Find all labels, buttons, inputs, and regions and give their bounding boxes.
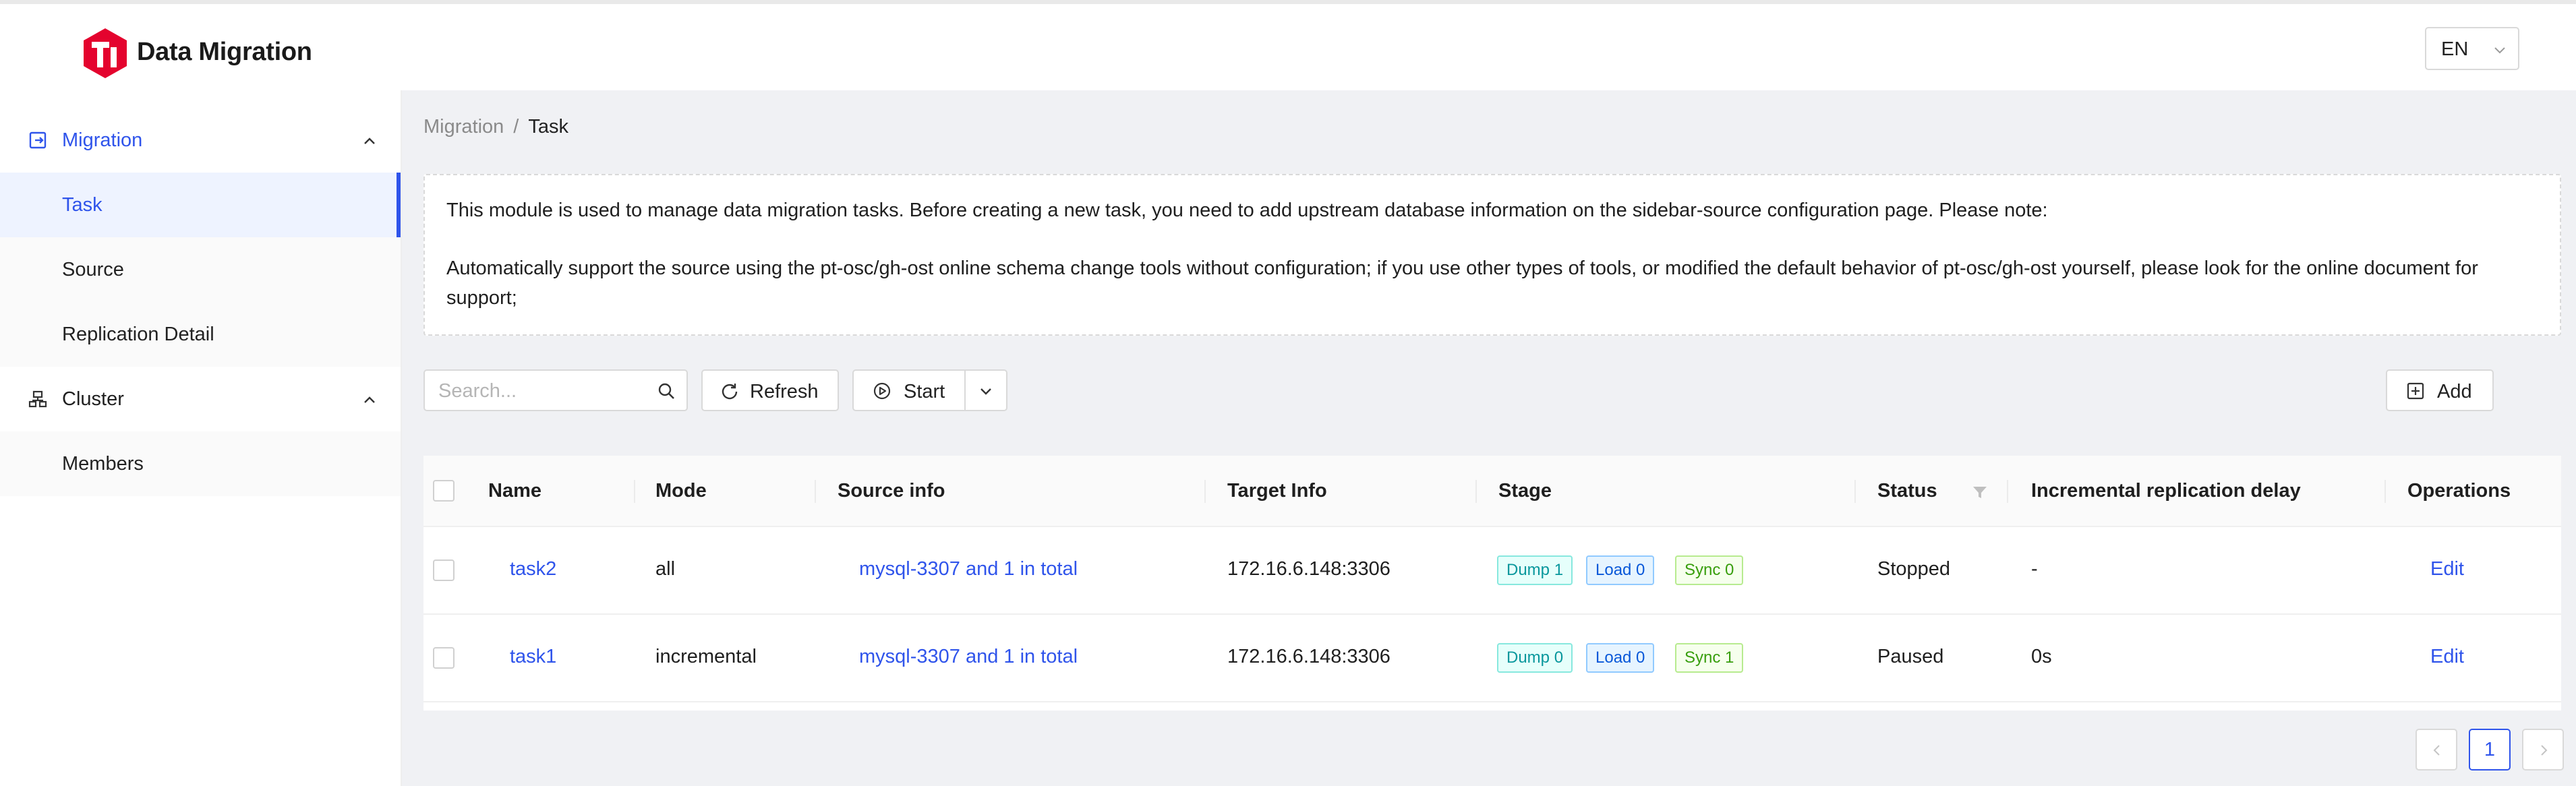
stage-dump-tag: Dump 0	[1497, 643, 1573, 673]
sidebar-item-label: Task	[62, 194, 103, 216]
sidebar: Migration Task Source Replication Detail…	[0, 90, 402, 786]
column-divider	[634, 480, 635, 503]
start-label: Start	[904, 381, 945, 402]
breadcrumb: Migration / Task	[423, 116, 568, 138]
row-checkbox[interactable]	[433, 647, 455, 669]
chevron-up-icon	[364, 396, 375, 403]
column-divider	[2384, 480, 2386, 503]
play-circle-icon	[873, 382, 891, 400]
search-box	[423, 369, 688, 411]
stage-sync-tag: Sync 0	[1675, 555, 1744, 585]
sidebar-item-members[interactable]: Members	[0, 431, 401, 496]
refresh-label: Refresh	[750, 381, 819, 402]
column-divider	[1854, 480, 1856, 503]
breadcrumb-migration[interactable]: Migration	[423, 116, 504, 138]
task-status: Stopped	[1877, 558, 1951, 580]
chevron-down-icon	[980, 388, 991, 395]
app-header: Data Migration EN	[0, 4, 2576, 90]
table-row: task2 all mysql-3307 and 1 in total 172.…	[423, 527, 2561, 615]
stage-load-tag: Load 0	[1586, 555, 1655, 585]
source-info-link[interactable]: mysql-3307 and 1 in total	[859, 646, 1078, 668]
task-mode: incremental	[655, 646, 757, 667]
column-header-target: Target Info	[1227, 480, 1327, 502]
notice-text-line1: This module is used to manage data migra…	[446, 200, 2048, 221]
start-button[interactable]: Start	[852, 369, 966, 411]
filter-icon[interactable]	[1972, 484, 1988, 500]
sidebar-item-label: Members	[62, 453, 144, 475]
pagination-prev-button[interactable]	[2416, 729, 2457, 770]
task-table: Name Mode Source info Target Info Stage …	[423, 456, 2561, 711]
column-header-operations: Operations	[2407, 480, 2511, 502]
sidebar-item-source[interactable]: Source	[0, 237, 401, 302]
task-name-link[interactable]: task2	[510, 558, 556, 580]
chevron-up-icon	[364, 138, 375, 144]
notice-text-line2: Automatically support the source using t…	[446, 258, 2478, 309]
chevron-left-icon	[2433, 745, 2440, 756]
chevron-right-icon	[2541, 745, 2548, 756]
stage-dump-tag: Dump 1	[1497, 555, 1573, 585]
table-header: Name Mode Source info Target Info Stage …	[423, 456, 2561, 527]
chevron-down-icon	[2494, 47, 2505, 54]
column-divider	[815, 480, 816, 503]
column-header-source: Source info	[838, 480, 945, 502]
start-dropdown-button[interactable]	[964, 369, 1007, 411]
sidebar-group-cluster[interactable]: Cluster	[0, 367, 401, 431]
stage-load-tag: Load 0	[1586, 643, 1655, 673]
column-header-delay: Incremental replication delay	[2031, 480, 2301, 502]
select-all-checkbox[interactable]	[433, 480, 455, 502]
migration-icon	[29, 131, 47, 149]
row-checkbox[interactable]	[433, 560, 455, 581]
app-title: Data Migration	[137, 38, 312, 66]
refresh-button[interactable]: Refresh	[701, 369, 839, 411]
column-divider	[1475, 480, 1477, 503]
sidebar-item-replication-detail[interactable]: Replication Detail	[0, 302, 401, 367]
language-value: EN	[2441, 38, 2469, 60]
module-notice: This module is used to manage data migra…	[423, 174, 2561, 336]
sidebar-group-migration[interactable]: Migration	[0, 108, 401, 173]
add-label: Add	[2437, 381, 2472, 402]
breadcrumb-task: Task	[528, 116, 568, 138]
pagination-page[interactable]: 1	[2469, 729, 2511, 770]
column-header-stage: Stage	[1498, 480, 1552, 502]
sidebar-group-label: Cluster	[62, 388, 124, 410]
stage-sync-tag: Sync 1	[1675, 643, 1744, 673]
sidebar-item-label: Replication Detail	[62, 324, 214, 345]
target-info: 172.16.6.148:3306	[1227, 646, 1391, 667]
task-status: Paused	[1877, 646, 1944, 667]
add-task-button[interactable]: Add	[2386, 369, 2494, 411]
edit-link[interactable]: Edit	[2430, 646, 2464, 668]
language-select[interactable]: EN	[2425, 27, 2519, 70]
main-content: Migration / Task This module is used to ma…	[402, 90, 2576, 786]
search-icon[interactable]	[657, 382, 676, 400]
table-row: task1 incremental mysql-3307 and 1 in to…	[423, 615, 2561, 702]
replication-delay: -	[2031, 558, 2038, 580]
cluster-icon	[28, 390, 47, 408]
column-divider	[2007, 480, 2008, 503]
plus-square-icon	[2407, 382, 2424, 400]
source-info-link[interactable]: mysql-3307 and 1 in total	[859, 558, 1078, 580]
sidebar-group-label: Migration	[62, 129, 143, 151]
task-name-link[interactable]: task1	[510, 646, 556, 668]
edit-link[interactable]: Edit	[2430, 558, 2464, 580]
sidebar-item-task[interactable]: Task	[0, 173, 401, 237]
column-header-status: Status	[1877, 480, 1937, 502]
target-info: 172.16.6.148:3306	[1227, 558, 1391, 580]
brand-logo-icon	[84, 28, 127, 78]
sidebar-item-label: Source	[62, 259, 124, 280]
refresh-icon	[722, 384, 738, 400]
column-header-mode: Mode	[655, 480, 707, 502]
breadcrumb-separator: /	[513, 116, 519, 138]
column-header-name: Name	[488, 480, 541, 502]
pagination-next-button[interactable]	[2522, 729, 2564, 770]
active-indicator	[397, 173, 401, 237]
task-mode: all	[655, 558, 676, 580]
search-input[interactable]	[438, 379, 641, 403]
replication-delay: 0s	[2031, 646, 2052, 667]
column-divider	[1204, 480, 1206, 503]
